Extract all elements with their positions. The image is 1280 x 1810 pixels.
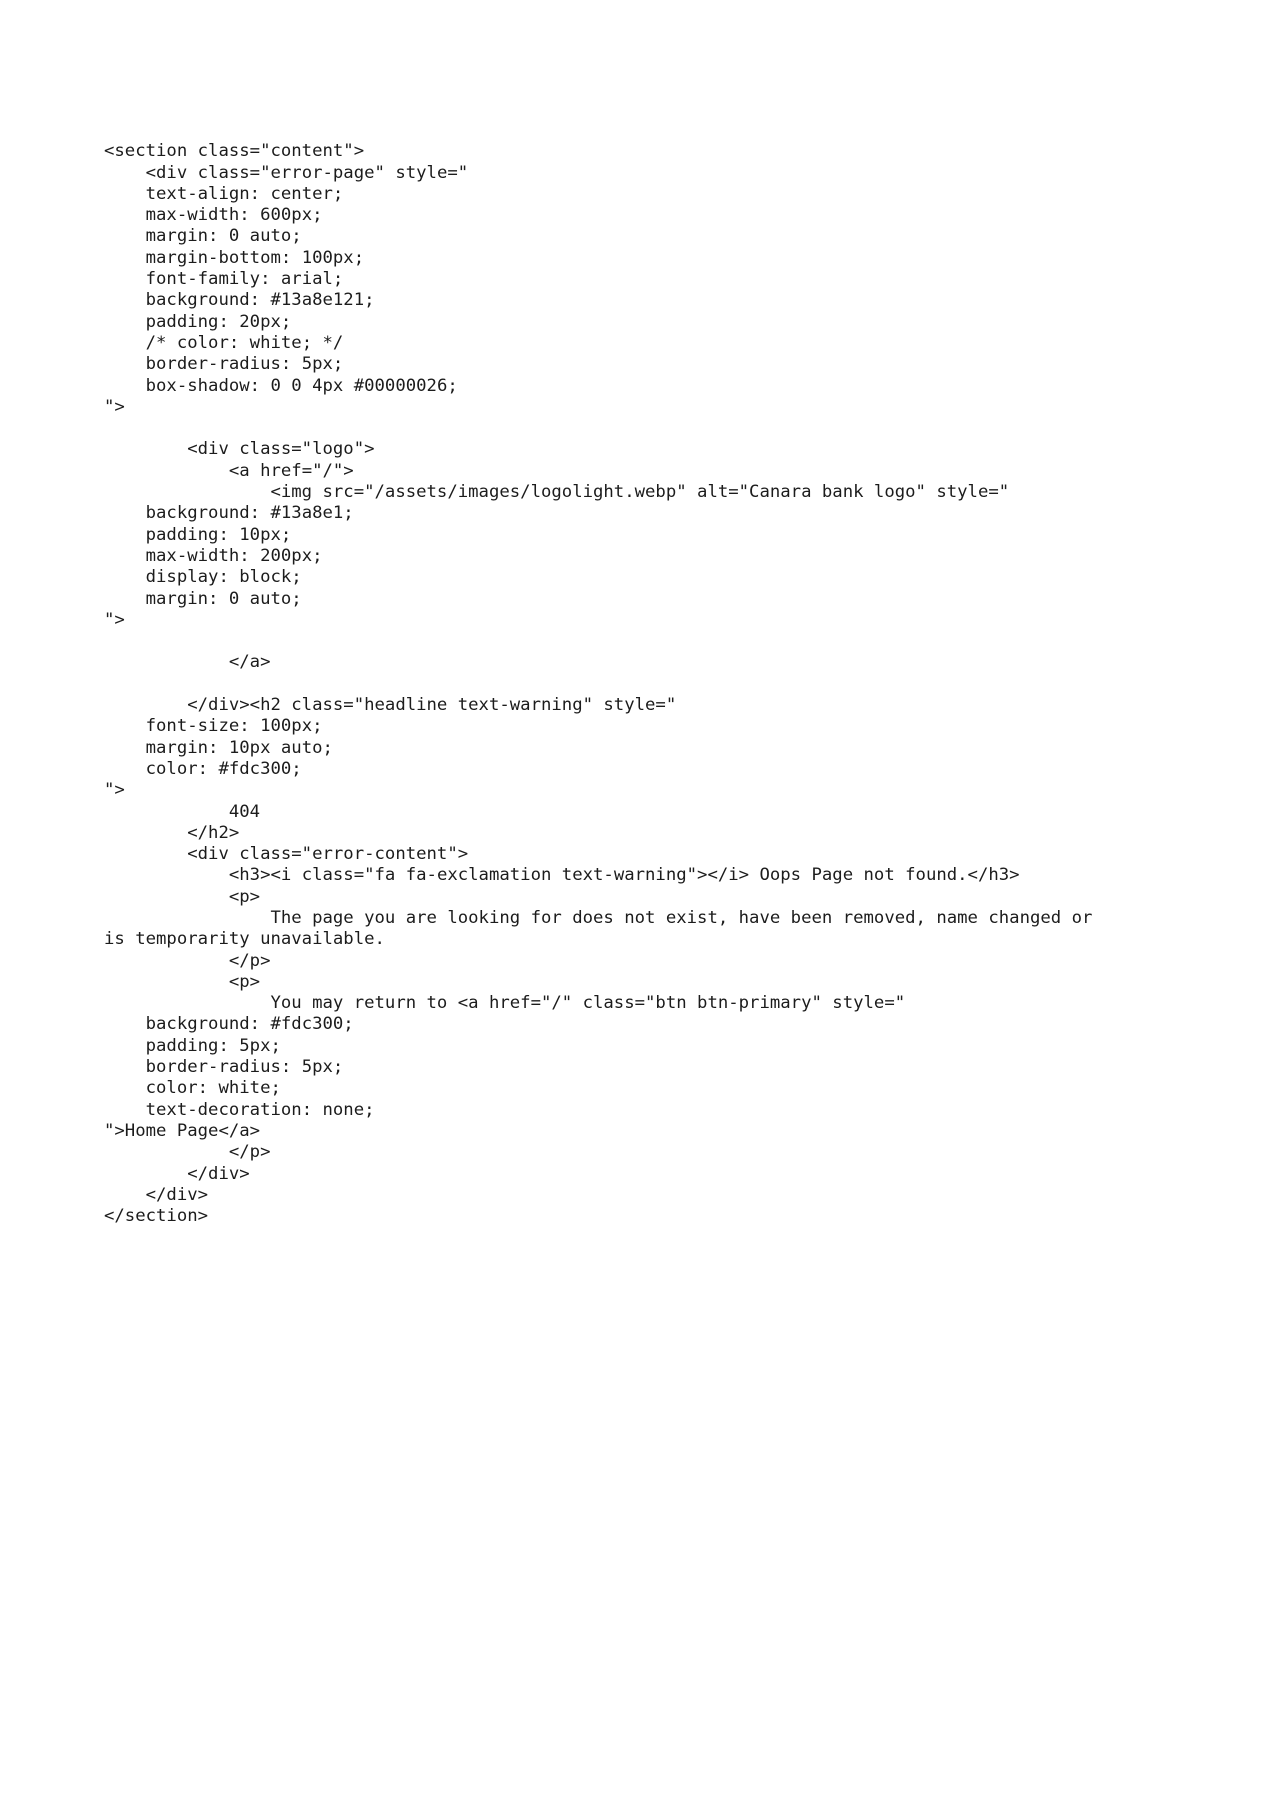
code-line: <img src="/assets/images/logolight.webp"… — [104, 482, 1010, 503]
code-line: /* color: white; */ — [104, 332, 344, 353]
code-line: "> — [104, 780, 125, 801]
code-line: color: #fdc300; — [104, 758, 302, 779]
code-line: background: #13a8e121; — [104, 290, 375, 311]
code-line: background: #13a8e1; — [104, 503, 354, 524]
code-line: border-radius: 5px; — [104, 354, 344, 375]
code-line: "> — [104, 609, 125, 630]
code-line: max-width: 600px; — [104, 205, 323, 226]
code-line: text-align: center; — [104, 183, 344, 204]
source-code-listing: <section class="content"> <div class="er… — [104, 141, 1104, 1227]
code-line: margin-bottom: 100px; — [104, 247, 365, 268]
code-line: <p> — [104, 971, 261, 992]
code-line: border-radius: 5px; — [104, 1057, 344, 1078]
code-line: max-width: 200px; — [104, 545, 323, 566]
code-line: </div> — [104, 1163, 250, 1184]
code-line: text-decoration: none; — [104, 1099, 375, 1120]
code-line: <h3><i class="fa fa-exclamation text-war… — [104, 865, 1020, 886]
code-line: </p> — [104, 1142, 271, 1163]
code-content: <section class="content"> <div class="er… — [104, 141, 1104, 1227]
code-line: <p> — [104, 886, 261, 907]
code-line: ">Home Page</a> — [104, 1120, 261, 1141]
document-page: <section class="content"> <div class="er… — [0, 0, 1280, 1810]
code-line: 404 — [104, 801, 261, 822]
code-line: box-shadow: 0 0 4px #00000026; — [104, 375, 458, 396]
code-line: The page you are looking for does not ex… — [104, 907, 1103, 950]
code-line: </div><h2 class="headline text-warning" … — [104, 695, 677, 716]
code-line: margin: 0 auto; — [104, 588, 302, 609]
code-line: padding: 20px; — [104, 311, 292, 332]
code-line: font-family: arial; — [104, 269, 344, 290]
code-line: margin: 0 auto; — [104, 226, 302, 247]
code-line: </div> — [104, 1184, 209, 1205]
code-line: You may return to <a href="/" class="btn… — [104, 993, 906, 1014]
code-line: <div class="logo"> — [104, 439, 375, 460]
code-line: </a> — [104, 652, 271, 673]
code-line: <a href="/"> — [104, 460, 354, 481]
code-line: display: block; — [104, 567, 302, 588]
code-line: </section> — [104, 1206, 209, 1227]
code-line: padding: 10px; — [104, 524, 292, 545]
code-line: margin: 10px auto; — [104, 737, 333, 758]
code-line: font-size: 100px; — [104, 716, 323, 737]
code-line: </p> — [104, 950, 271, 971]
code-line: </h2> — [104, 822, 240, 843]
code-line: padding: 5px; — [104, 1035, 281, 1056]
code-line: "> — [104, 396, 125, 417]
code-line: <div class="error-page" style=" — [104, 162, 469, 183]
code-line: <div class="error-content"> — [104, 844, 469, 865]
code-line: color: white; — [104, 1078, 281, 1099]
code-line: background: #fdc300; — [104, 1014, 354, 1035]
code-line: <section class="content"> — [104, 141, 365, 162]
